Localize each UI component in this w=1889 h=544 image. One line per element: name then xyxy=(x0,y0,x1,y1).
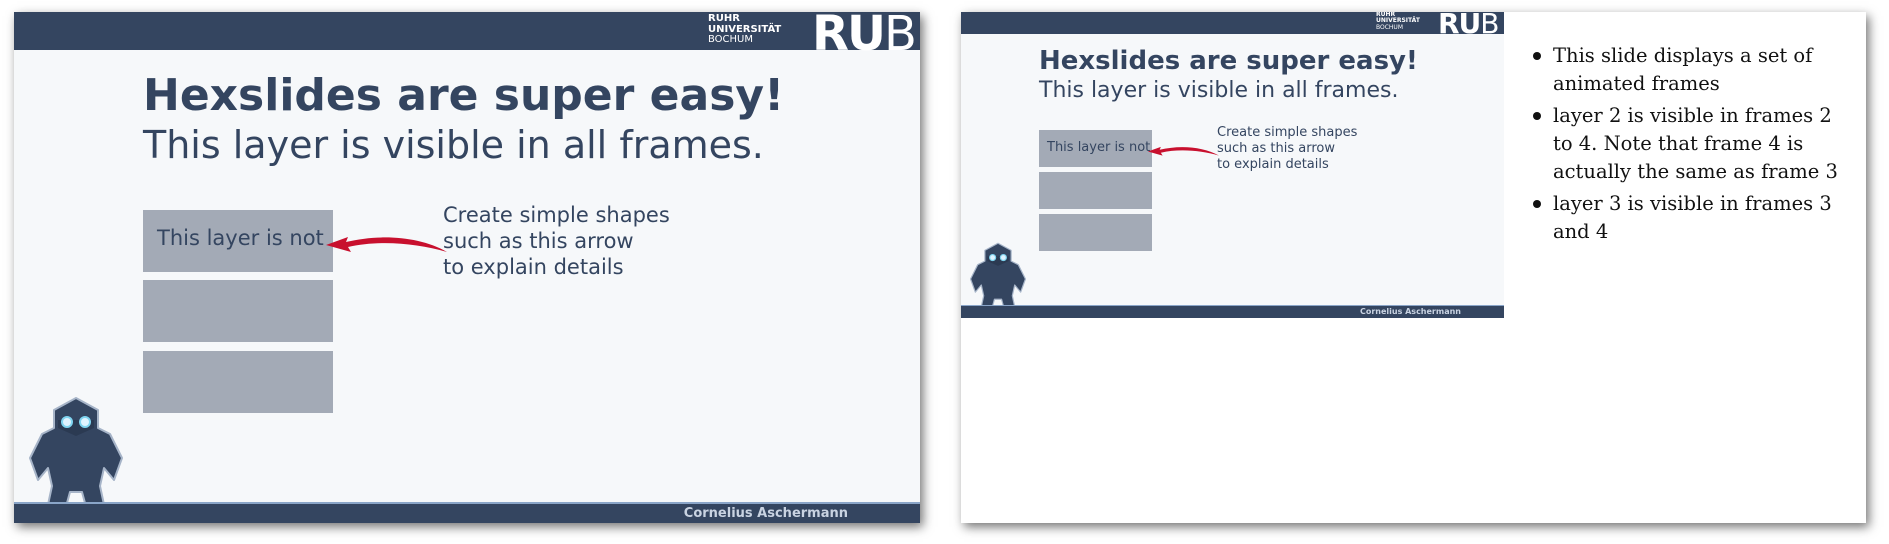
notes-item: layer 2 is visible in frames 2 to 4. Not… xyxy=(1531,102,1851,186)
thumb-curved-arrow-icon xyxy=(1147,146,1220,156)
thumb-layer-box-3 xyxy=(1039,214,1152,251)
notes-item: layer 3 is visible in frames 3 and 4 xyxy=(1531,190,1851,246)
header-bar: RUHR UNIVERSITÄT BOCHUM RUB xyxy=(14,12,920,62)
thumb-header-bar: RUHR UNIVERSITÄT BOCHUM RUB xyxy=(961,12,1504,40)
thumb-rub-logo-b: B xyxy=(1480,12,1499,40)
footer-bar: Cornelius Aschermann xyxy=(14,502,920,523)
layer-box-label: This layer is not xyxy=(157,226,324,250)
layer-box-3 xyxy=(143,351,333,413)
rub-logo: RUB xyxy=(812,12,917,62)
rub-logo-b: B xyxy=(883,12,917,62)
notes-item: This slide displays a set of animated fr… xyxy=(1531,42,1851,98)
thumb-layer-box-label: This layer is not xyxy=(1047,140,1151,155)
thumb-wordmark-line-3: BOCHUM xyxy=(1376,23,1404,31)
thumb-layer-box-1: This layer is not xyxy=(1039,130,1152,167)
thumb-slide-subtitle: This layer is visible in all frames. xyxy=(1039,78,1399,103)
thumb-annotation-line-1: Create simple shapes xyxy=(1217,125,1358,140)
wordmark-line-1: RUHR xyxy=(708,13,740,24)
annotation-text: Create simple shapes such as this arrow … xyxy=(443,202,670,280)
annotation-line-3: to explain details xyxy=(443,255,624,279)
slide-subtitle: This layer is visible in all frames. xyxy=(143,123,764,167)
thumb-slide-title: Hexslides are super easy! xyxy=(1039,46,1418,76)
thumb-layer-box-2 xyxy=(1039,172,1152,209)
thumb-rub-logo-ru: RU xyxy=(1438,12,1481,40)
university-wordmark: RUHR UNIVERSITÄT BOCHUM xyxy=(708,13,781,46)
annotation-line-1: Create simple shapes xyxy=(443,203,670,227)
speaker-notes-list: This slide displays a set of animated fr… xyxy=(1531,42,1851,250)
thumb-rub-logo: RUB xyxy=(1438,12,1500,40)
slide-title: Hexslides are super easy! xyxy=(143,70,785,121)
slide-main: RUHR UNIVERSITÄT BOCHUM RUB Hexslides ar… xyxy=(14,12,920,523)
annotation-line-2: such as this arrow xyxy=(443,229,634,253)
curved-arrow-icon xyxy=(326,237,447,252)
layer-box-2 xyxy=(143,280,333,342)
thumb-annotation-line-2: such as this arrow xyxy=(1217,141,1335,156)
thumb-annotation-line-3: to explain details xyxy=(1217,157,1329,172)
layer-box-1: This layer is not xyxy=(143,210,333,272)
slide-thumbnail: RUHR UNIVERSITÄT BOCHUM RUB Hexslides ar… xyxy=(961,12,1504,318)
thumb-footer-bar: Cornelius Aschermann xyxy=(961,305,1504,318)
thumb-author-name: Cornelius Aschermann xyxy=(1359,307,1461,316)
thumb-annotation-text: Create simple shapes such as this arrow … xyxy=(1217,125,1357,173)
thumb-university-wordmark: RUHR UNIVERSITÄT BOCHUM xyxy=(1376,12,1420,31)
rub-logo-ru: RU xyxy=(812,12,886,62)
author-name: Cornelius Aschermann xyxy=(683,506,848,521)
wordmark-line-3: BOCHUM xyxy=(708,34,754,45)
handout-page: RUHR UNIVERSITÄT BOCHUM RUB Hexslides ar… xyxy=(961,12,1866,523)
